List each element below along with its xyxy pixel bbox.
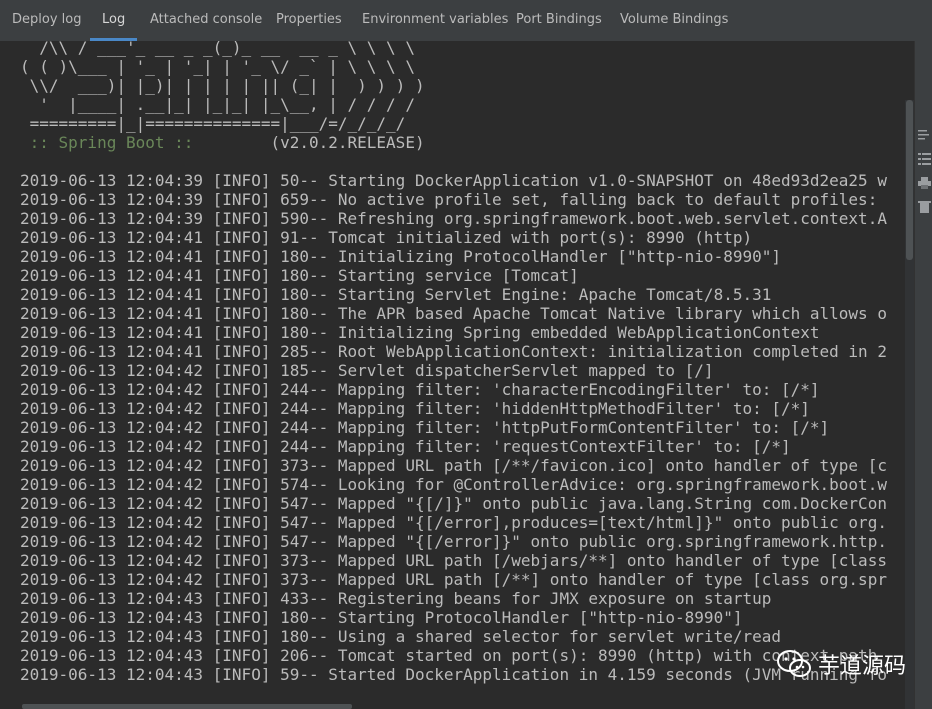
tab-label: Environment variables: [362, 12, 509, 27]
watermark-text: 芋道源码: [818, 654, 907, 679]
log-line: 2019-06-13 12:04:42 [INFO] 373-- Mapped …: [20, 551, 887, 570]
tab-label: Log: [102, 12, 126, 27]
log-line: 2019-06-13 12:04:42 [INFO] 244-- Mapping…: [20, 437, 791, 456]
log-line: 2019-06-13 12:04:41 [INFO] 180-- Initial…: [20, 247, 781, 266]
log-line: 2019-06-13 12:04:42 [INFO] 547-- Mapped …: [20, 494, 887, 513]
log-line: 2019-06-13 12:04:42 [INFO] 373-- Mapped …: [20, 570, 887, 589]
watermark: 芋道源码: [776, 644, 906, 684]
tab-environment-variables[interactable]: Environment variables: [362, 0, 508, 41]
tab-attached-console[interactable]: Attached console: [150, 0, 262, 41]
tab-label: Volume Bindings: [620, 12, 729, 27]
log-line: 2019-06-13 12:04:42 [INFO] 547-- Mapped …: [20, 532, 887, 551]
tab-label: Properties: [276, 12, 342, 27]
tab-volume-bindings[interactable]: Volume Bindings: [620, 0, 728, 41]
log-line: 2019-06-13 12:04:42 [INFO] 574-- Looking…: [20, 475, 887, 494]
tab-port-bindings[interactable]: Port Bindings: [516, 0, 602, 41]
clear-all-icon[interactable]: [918, 201, 931, 213]
log-line: 2019-06-13 12:04:41 [INFO] 285-- Root We…: [20, 342, 887, 361]
tab-properties[interactable]: Properties: [276, 0, 342, 41]
print-icon[interactable]: [918, 177, 931, 189]
banner-line: \\/ ___)| |_)| | | | | || (_| | ) ) ) ): [20, 76, 425, 95]
horizontal-scrollbar[interactable]: [22, 704, 352, 709]
log-line: 2019-06-13 12:04:43 [INFO] 59-- Started …: [20, 665, 887, 684]
log-line: 2019-06-13 12:04:42 [INFO] 547-- Mapped …: [20, 513, 887, 532]
log-line: 2019-06-13 12:04:41 [INFO] 180-- Initial…: [20, 323, 820, 342]
log-line: 2019-06-13 12:04:43 [INFO] 433-- Registe…: [20, 589, 772, 608]
log-line: 2019-06-13 12:04:39 [INFO] 659-- No acti…: [20, 190, 887, 209]
log-line: 2019-06-13 12:04:41 [INFO] 180-- Startin…: [20, 285, 772, 304]
tab-label: Port Bindings: [516, 12, 602, 27]
banner-line: =========|_|==============|___/=/_/_/_/: [20, 114, 406, 133]
log-console[interactable]: /\\ / ___'_ __ _ _(_)_ __ __ _ \ \ \ \ (…: [0, 41, 914, 709]
log-line: 2019-06-13 12:04:42 [INFO] 373-- Mapped …: [20, 456, 887, 475]
scroll-to-end-icon[interactable]: [918, 153, 931, 165]
banner-line: ( ( )\___ | '_ | '_| | '_ \/ _` | \ \ \ …: [20, 57, 415, 76]
spring-boot-version: (v2.0.2.RELEASE): [270, 133, 425, 152]
tab-label: Deploy log: [12, 12, 82, 27]
log-line: 2019-06-13 12:04:39 [INFO] 50-- Starting…: [20, 171, 887, 190]
log-line: 2019-06-13 12:04:42 [INFO] 244-- Mapping…: [20, 418, 830, 437]
wechat-icon: [777, 650, 811, 677]
spring-boot-version-line: :: Spring Boot :: (v2.0.2.RELEASE): [20, 133, 425, 152]
tab-label: Attached console: [150, 12, 263, 27]
log-line: 2019-06-13 12:04:41 [INFO] 180-- Startin…: [20, 266, 579, 285]
log-line: 2019-06-13 12:04:43 [INFO] 206-- Tomcat …: [20, 646, 887, 665]
tab-deploy-log[interactable]: Deploy log: [12, 0, 81, 41]
log-line: 2019-06-13 12:04:41 [INFO] 180-- The APR…: [20, 304, 887, 323]
log-line: 2019-06-13 12:04:42 [INFO] 244-- Mapping…: [20, 399, 810, 418]
banner-line: ' |____| .__|_| |_|_| |_\__, | / / / /: [20, 95, 415, 114]
log-line: 2019-06-13 12:04:42 [INFO] 244-- Mapping…: [20, 380, 820, 399]
tab-log[interactable]: Log: [90, 0, 138, 41]
log-line: 2019-06-13 12:04:43 [INFO] 180-- Using a…: [20, 627, 781, 646]
log-line: 2019-06-13 12:04:43 [INFO] 180-- Startin…: [20, 608, 743, 627]
log-line: 2019-06-13 12:04:39 [INFO] 590-- Refresh…: [20, 209, 887, 228]
soft-wrap-icon[interactable]: [918, 129, 931, 141]
vertical-scrollbar[interactable]: [905, 100, 914, 709]
log-line: 2019-06-13 12:04:42 [INFO] 185-- Servlet…: [20, 361, 714, 380]
scrollbar-thumb[interactable]: [906, 100, 913, 260]
spring-boot-label: :: Spring Boot ::: [20, 133, 194, 152]
console-toolbar: [914, 41, 932, 709]
tab-bar: Deploy log Log Attached console Properti…: [0, 0, 932, 42]
log-line: 2019-06-13 12:04:41 [INFO] 91-- Tomcat i…: [20, 228, 753, 247]
banner-line: /\\ / ___'_ __ _ _(_)_ __ __ _ \ \ \ \: [20, 41, 415, 57]
